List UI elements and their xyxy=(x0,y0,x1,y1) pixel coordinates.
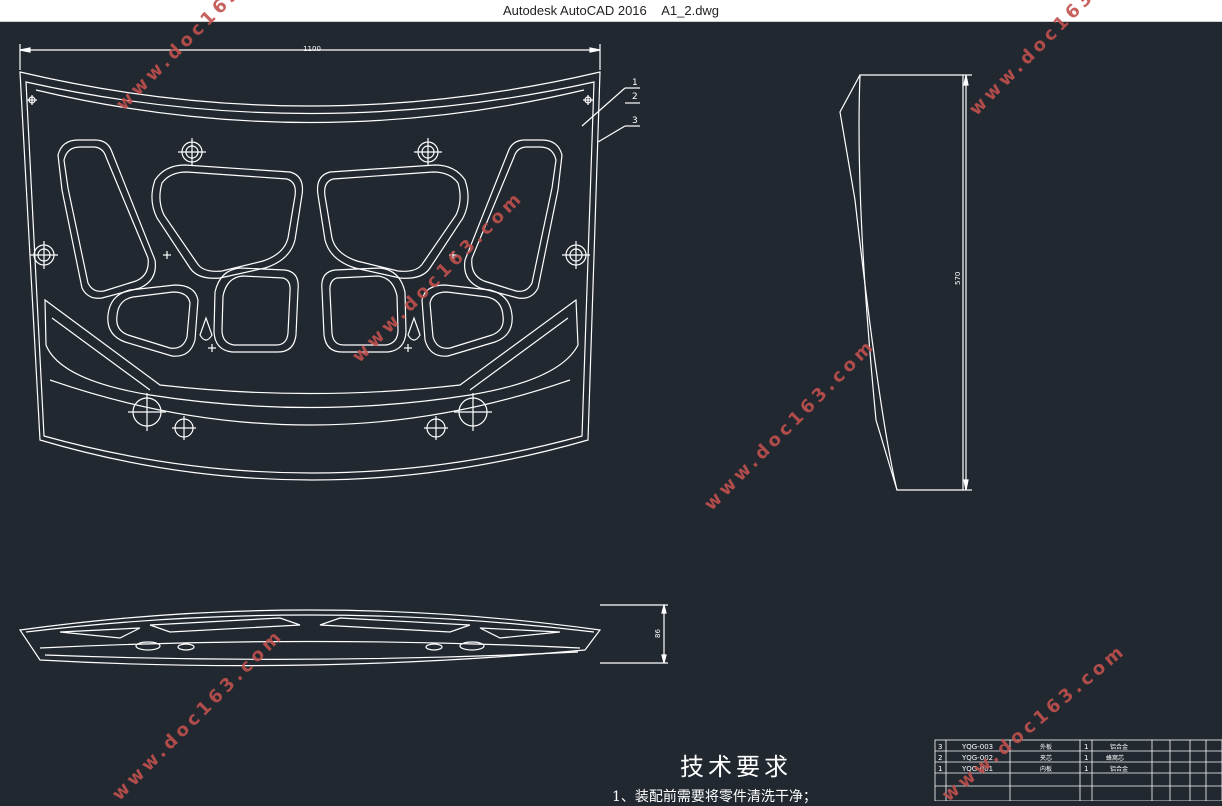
callout-1: 1 xyxy=(632,78,638,88)
mounting-holes xyxy=(27,95,593,440)
bom-row-material: 蜂窝芯 xyxy=(1106,754,1124,762)
front-view: 1100 1 2 3 xyxy=(19,44,640,481)
app-name: Autodesk AutoCAD 2016 xyxy=(502,3,647,18)
top-view: 86 xyxy=(18,604,668,667)
dim-thickness: 86 xyxy=(654,629,662,638)
bom-row-name: 内板 xyxy=(1040,765,1052,773)
dim-width: 1100 xyxy=(303,45,321,53)
bom-row-no: 2 xyxy=(938,754,942,762)
callout-3: 3 xyxy=(632,116,638,126)
dim-height-side: 570 xyxy=(954,272,962,285)
bom-row-qty: 1 xyxy=(1084,743,1088,751)
drawing-canvas[interactable]: 1100 1 2 3 570 86 3 YQG-003 外板 1 铝合金 2 Y… xyxy=(0,22,1222,802)
technical-requirement-1: 1、装配前需要将零件清洗干净； xyxy=(612,789,817,805)
bom-row-qty: 1 xyxy=(1084,754,1088,762)
bom-row-material: 铝合金 xyxy=(1110,765,1128,773)
cad-drawing: 1100 1 2 3 570 86 3 YQG-003 外板 1 铝合金 2 Y… xyxy=(18,44,1222,802)
bom-row-name: 外板 xyxy=(1040,743,1052,751)
window-titlebar: Autodesk AutoCAD 2016 A1_2.dwg xyxy=(0,0,1222,22)
file-name: A1_2.dwg xyxy=(661,3,720,18)
bom-row-name: 夹芯 xyxy=(1040,754,1052,762)
callout-2: 2 xyxy=(632,92,638,102)
side-view: 570 xyxy=(839,74,972,491)
bom-row-material: 铝合金 xyxy=(1110,743,1128,751)
bom-row-no: 3 xyxy=(938,743,942,751)
bom-row-qty: 1 xyxy=(1084,765,1088,773)
technical-requirements-title: 技术要求 xyxy=(680,753,792,781)
bom-row-no: 1 xyxy=(938,765,942,773)
part-callouts: 1 2 3 xyxy=(581,78,640,143)
